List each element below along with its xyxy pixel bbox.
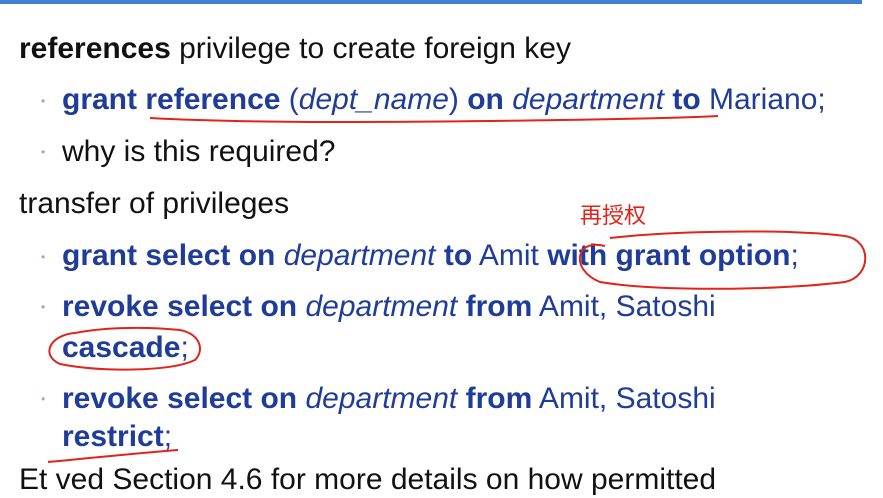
underline-mark	[149, 115, 719, 123]
underline-mark	[47, 449, 179, 463]
handwritten-note: 再授权	[580, 204, 647, 229]
circle-mark	[579, 230, 867, 290]
handwritten-annotations	[47, 115, 867, 463]
circle-mark	[48, 326, 201, 371]
